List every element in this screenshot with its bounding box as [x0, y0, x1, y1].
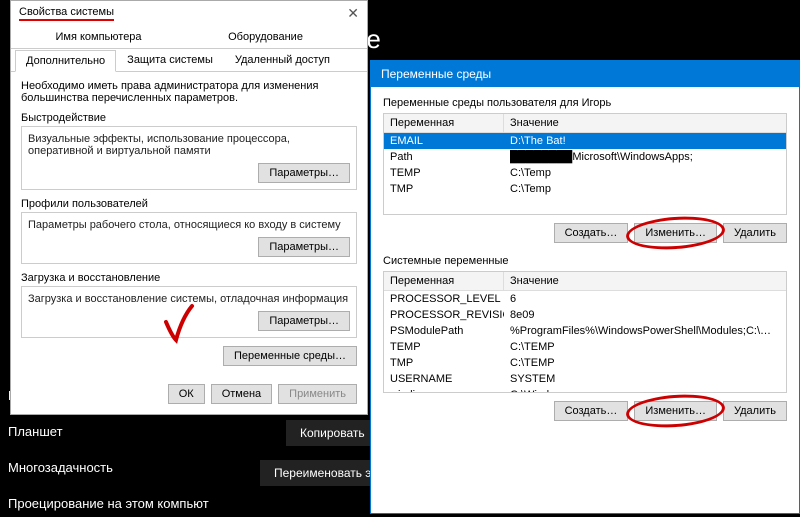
user-create-button[interactable]: Создать…: [554, 223, 629, 243]
cell-name: TEMP: [384, 339, 504, 355]
environment-variables-dialog: Переменные среды Переменные среды пользо…: [370, 60, 800, 514]
cancel-button[interactable]: Отмена: [211, 384, 272, 404]
user-vars-label: Переменные среды пользователя для Игорь: [383, 97, 787, 109]
performance-desc: Визуальные эффекты, использование процес…: [28, 133, 350, 157]
table-row[interactable]: TMPC:\TEMP: [384, 355, 786, 371]
cell-value: C:\Temp: [504, 181, 786, 197]
col-variable[interactable]: Переменная: [384, 272, 504, 290]
table-row[interactable]: PROCESSOR_LEVEL6: [384, 291, 786, 307]
env-vars-button[interactable]: Переменные среды…: [223, 346, 357, 366]
system-vars-list[interactable]: Переменная Значение PROCESSOR_LEVEL6 PRO…: [383, 271, 787, 393]
sys-edit-button[interactable]: Изменить…: [634, 401, 717, 421]
performance-title: Быстродействие: [21, 112, 357, 124]
dialog-title: Свойства системы: [19, 6, 114, 21]
col-value[interactable]: Значение: [504, 272, 786, 290]
sys-delete-button[interactable]: Удалить: [723, 401, 787, 421]
cell-name: windir: [384, 387, 504, 393]
env-dialog-title: Переменные среды: [371, 61, 799, 87]
nav-multitask[interactable]: Многозадачность: [8, 454, 113, 481]
tab-computer-name[interactable]: Имя компьютера: [15, 26, 182, 48]
sys-create-button[interactable]: Создать…: [554, 401, 629, 421]
table-row[interactable]: PROCESSOR_REVISION8e09: [384, 307, 786, 323]
nav-tablet[interactable]: Планшет: [8, 418, 63, 445]
cell-value: C:\TEMP: [504, 355, 786, 371]
system-vars-label: Системные переменные: [383, 255, 787, 267]
admin-note: Необходимо иметь права администратора дл…: [21, 80, 357, 104]
cell-name: TEMP: [384, 165, 504, 181]
tab-advanced[interactable]: Дополнительно: [15, 50, 116, 72]
system-vars-section: Системные переменные Переменная Значение…: [383, 255, 787, 421]
cell-value: D:\The Bat!: [504, 133, 786, 149]
col-value[interactable]: Значение: [504, 114, 786, 132]
startup-desc: Загрузка и восстановление системы, отлад…: [28, 293, 350, 305]
table-row[interactable]: Path █████████████████████Microsoft\Wind…: [384, 149, 786, 165]
cell-name: Path: [384, 149, 504, 165]
startup-title: Загрузка и восстановление: [21, 272, 357, 284]
table-row[interactable]: windirC:\Windows: [384, 387, 786, 393]
cell-value: █████████████████████Microsoft\WindowsAp…: [504, 149, 786, 165]
profiles-desc: Параметры рабочего стола, относящиеся ко…: [28, 219, 350, 231]
cell-value: C:\TEMP: [504, 339, 786, 355]
tabs-row1: Имя компьютера Оборудование: [11, 26, 367, 49]
user-edit-button[interactable]: Изменить…: [634, 223, 717, 243]
table-row[interactable]: TMP C:\Temp: [384, 181, 786, 197]
table-row[interactable]: USERNAMESYSTEM: [384, 371, 786, 387]
redaction: ████████: [510, 151, 572, 163]
cell-name: PROCESSOR_LEVEL: [384, 291, 504, 307]
close-icon[interactable]: ✕: [347, 5, 359, 22]
tab-hardware[interactable]: Оборудование: [182, 26, 349, 48]
performance-group: Быстродействие Визуальные эффекты, испол…: [21, 112, 357, 190]
cell-name: TMP: [384, 181, 504, 197]
startup-params-button[interactable]: Параметры…: [258, 311, 350, 331]
user-vars-list[interactable]: Переменная Значение EMAIL D:\The Bat! Pa…: [383, 113, 787, 215]
profiles-group: Профили пользователей Параметры рабочего…: [21, 198, 357, 264]
table-row[interactable]: TEMPC:\TEMP: [384, 339, 786, 355]
table-row[interactable]: PSModulePath%ProgramFiles%\WindowsPowerS…: [384, 323, 786, 339]
cell-value: 8e09: [504, 307, 786, 323]
startup-group: Загрузка и восстановление Загрузка и вос…: [21, 272, 357, 338]
profiles-title: Профили пользователей: [21, 198, 357, 210]
tab-remote[interactable]: Удаленный доступ: [224, 49, 341, 71]
cell-name: PSModulePath: [384, 323, 504, 339]
system-properties-dialog: Свойства системы ✕ Имя компьютера Оборуд…: [10, 0, 368, 415]
cell-value: 6: [504, 291, 786, 307]
cell-name: TMP: [384, 355, 504, 371]
cell-value: SYSTEM: [504, 371, 786, 387]
cell-name: EMAIL: [384, 133, 504, 149]
ok-button[interactable]: ОК: [168, 384, 205, 404]
tab-system-protection[interactable]: Защита системы: [116, 49, 224, 71]
col-variable[interactable]: Переменная: [384, 114, 504, 132]
cell-value: C:\Windows: [504, 387, 786, 393]
cell-name: PROCESSOR_REVISION: [384, 307, 504, 323]
apply-button[interactable]: Применить: [278, 384, 357, 404]
table-row[interactable]: EMAIL D:\The Bat!: [384, 133, 786, 149]
user-delete-button[interactable]: Удалить: [723, 223, 787, 243]
cell-value: %ProgramFiles%\WindowsPowerShell\Modules…: [504, 323, 786, 339]
performance-params-button[interactable]: Параметры…: [258, 163, 350, 183]
nav-projecting[interactable]: Проецирование на этом компьют: [8, 490, 209, 517]
cell-value: C:\Temp: [504, 165, 786, 181]
user-vars-section: Переменные среды пользователя для Игорь …: [383, 97, 787, 243]
tabs-row2: Дополнительно Защита системы Удаленный д…: [11, 49, 367, 72]
copy-button[interactable]: Копировать: [286, 420, 379, 446]
profiles-params-button[interactable]: Параметры…: [258, 237, 350, 257]
table-row[interactable]: TEMP C:\Temp: [384, 165, 786, 181]
cell-name: USERNAME: [384, 371, 504, 387]
